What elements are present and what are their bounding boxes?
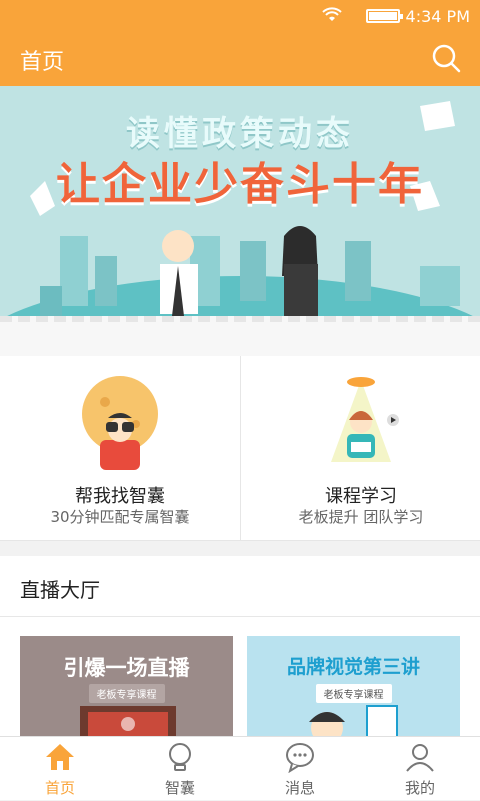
divider xyxy=(0,616,480,617)
feature-title: 课程学习 xyxy=(325,486,397,507)
binoculars-person-icon xyxy=(70,372,170,472)
bottom-tab-bar: 首页 智囊 消息 我的 xyxy=(0,736,480,800)
live-card-illustration xyxy=(80,706,176,736)
search-icon[interactable] xyxy=(430,42,462,74)
home-icon xyxy=(44,741,76,773)
live-card[interactable]: 品牌视觉第三讲 老板专享课程 xyxy=(247,636,460,736)
chat-icon xyxy=(284,741,316,774)
feature-subtitle: 30分钟匹配专属智囊 xyxy=(50,508,190,526)
status-bar: 4:34 PM xyxy=(0,0,480,32)
section-title: 直播大厅 xyxy=(20,578,100,602)
live-card[interactable]: 引爆一场直播 老板专享课程 xyxy=(20,636,233,736)
page-title: 首页 xyxy=(20,50,65,75)
battery-icon xyxy=(366,9,403,23)
tab-label: 首页 xyxy=(44,779,75,797)
bulb-icon xyxy=(164,741,196,773)
tab-messages[interactable]: 消息 xyxy=(240,737,360,801)
wifi-icon xyxy=(322,7,342,27)
hero-banner[interactable]: 读懂政策动态 让企业少奋斗十年 xyxy=(0,86,480,356)
feature-courses[interactable]: 课程学习 老板提升 团队学习 xyxy=(240,356,480,541)
tab-home[interactable]: 首页 xyxy=(0,737,120,801)
user-icon xyxy=(404,741,436,773)
banner-papers xyxy=(0,316,480,356)
feature-subtitle: 老板提升 团队学习 xyxy=(298,508,424,526)
tab-profile[interactable]: 我的 xyxy=(360,737,480,801)
feature-title: 帮我找智囊 xyxy=(75,486,165,507)
tab-label: 消息 xyxy=(284,779,315,797)
banner-slogan: 让企业少奋斗十年 xyxy=(56,159,424,210)
teacher-lamp-icon xyxy=(311,372,411,472)
tab-advisor[interactable]: 智囊 xyxy=(120,737,240,801)
top-app-bar: 首页 xyxy=(0,32,480,86)
live-card-illustration xyxy=(309,705,398,736)
feature-find-advisor[interactable]: 帮我找智囊 30分钟匹配专属智囊 xyxy=(0,356,240,541)
tab-label: 我的 xyxy=(404,779,435,797)
live-hall-section: 直播大厅 引爆一场直播 老板专享课程 品牌视觉第三讲 老板专享课程 xyxy=(0,556,480,736)
feature-entries: 帮我找智囊 30分钟匹配专属智囊 课程学习 老板提升 团队学习 xyxy=(0,356,480,541)
status-time: 4:34 PM xyxy=(405,7,470,26)
tab-label: 智囊 xyxy=(164,779,195,797)
